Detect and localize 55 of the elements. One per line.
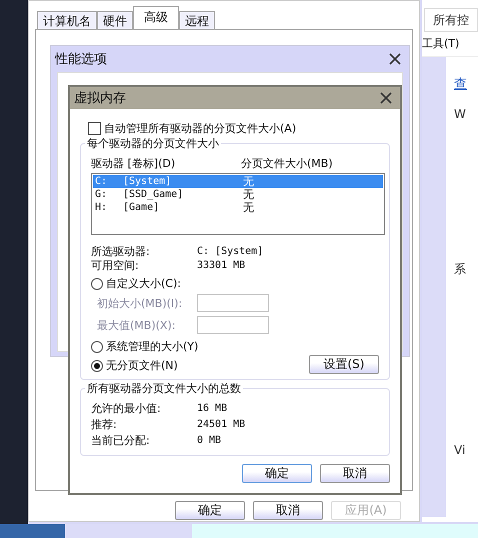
radio-label: 无分页文件(N): [106, 358, 178, 373]
drive-letter: C:: [94, 175, 108, 188]
info-label: 允许的最小值:: [91, 401, 162, 417]
drive-row[interactable]: H: [Game] 无: [93, 201, 383, 214]
checkbox-label: 自动管理所有驱动器的分页文件大小(A): [104, 121, 296, 136]
address-text: 所有控: [433, 13, 469, 27]
group-title: 所有驱动器分页文件大小的总数: [85, 381, 243, 396]
page-file-size: 无: [243, 175, 254, 188]
drive-list[interactable]: C: [System] 无 G: [SSD_Game] 无 H: [Game] 无: [91, 173, 385, 235]
settings-button[interactable]: 设置(S): [309, 355, 379, 374]
field-label: 最大值(MB)(X):: [97, 318, 176, 332]
field-label: 初始大小(MB)(I):: [97, 296, 184, 310]
tab[interactable]: 远程: [179, 11, 215, 29]
drive-volume: [SSD_Game]: [123, 188, 184, 201]
window-title: 性能选项: [55, 51, 107, 68]
dialog-button[interactable]: 确定: [242, 464, 312, 483]
info-label: 可用空间:: [91, 259, 140, 273]
tab[interactable]: 硬件: [97, 11, 133, 29]
radio-button[interactable]: [91, 340, 103, 352]
column-header: 分页文件大小(MB): [241, 156, 333, 171]
drive-volume: [System]: [123, 175, 172, 188]
info-label: 推荐:: [91, 417, 118, 433]
content-text: W: [454, 107, 466, 121]
tab[interactable]: 高级: [133, 6, 179, 29]
checkbox[interactable]: [88, 122, 101, 135]
dialog-button[interactable]: 确定: [175, 501, 245, 520]
dialog-button[interactable]: 取消: [253, 501, 323, 520]
radio-button[interactable]: [91, 360, 103, 372]
info-value: 33301 MB: [197, 259, 246, 273]
drive-letter: H:: [94, 201, 108, 214]
dialog-button[interactable]: 取消: [320, 464, 390, 483]
info-value: 24501 MB: [197, 418, 246, 432]
info-value: 16 MB: [197, 402, 228, 416]
tab[interactable]: 计算机名: [37, 11, 97, 29]
content-text: Vi: [454, 443, 466, 457]
drive-row[interactable]: G: [SSD_Game] 无: [93, 188, 383, 201]
column-header: 驱动器 [卷标](D): [91, 156, 176, 171]
page-file-size: 无: [243, 188, 254, 201]
group-title: 每个驱动器的分页文件大小: [85, 136, 221, 151]
info-value: 0 MB: [197, 434, 222, 448]
radio-label: 系统管理的大小(Y): [106, 339, 198, 354]
close-icon[interactable]: [380, 92, 392, 104]
link[interactable]: 查: [454, 75, 467, 93]
info-label: 所选驱动器:: [91, 245, 151, 259]
address-bar[interactable]: 所有控: [424, 8, 478, 32]
drive-volume: [Game]: [123, 201, 160, 214]
info-value: C: [System]: [197, 245, 264, 259]
radio-label: 自定义大小(C):: [106, 276, 181, 291]
page-file-size: 无: [243, 201, 254, 214]
info-label: 当前已分配:: [91, 433, 151, 449]
window-title: 虚拟内存: [74, 90, 126, 107]
content-text: 系: [454, 261, 466, 278]
drive-letter: G:: [94, 188, 108, 201]
radio-button[interactable]: [91, 278, 103, 290]
close-icon[interactable]: [389, 53, 401, 65]
